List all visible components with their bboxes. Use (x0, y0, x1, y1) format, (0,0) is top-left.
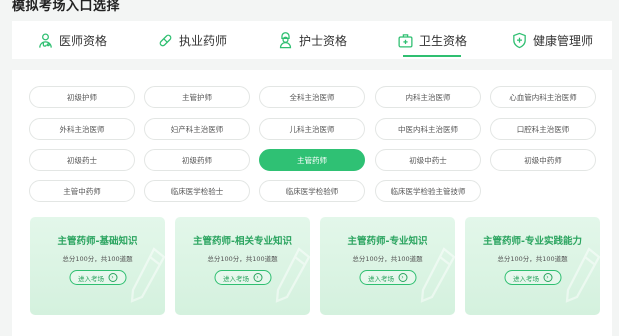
tab-nurse-label: 护士资格 (298, 33, 347, 48)
chip-subject[interactable]: 初级中药士 (375, 149, 481, 171)
tab-pharmacist-label: 执业药师 (178, 33, 227, 48)
doctor-icon (39, 32, 52, 48)
nurse-icon (279, 31, 292, 48)
chip-subject[interactable]: 临床医学检验师 (259, 180, 365, 202)
enter-exam-label: 进入考场 (513, 274, 539, 283)
enter-exam-label: 进入考场 (78, 274, 104, 283)
chip-subject[interactable]: 初级护师 (29, 86, 135, 108)
enter-exam-button[interactable]: 进入考场 › (69, 270, 126, 285)
tab-nurse[interactable]: 护士资格 (252, 21, 372, 59)
arrow-right-icon: › (543, 273, 552, 282)
tab-doctor[interactable]: 医师资格 (12, 21, 132, 59)
pill-icon (159, 34, 172, 46)
pencil-icon (275, 247, 310, 303)
page-title: 模拟考场入口选择 (12, 0, 121, 14)
enter-exam-label: 进入考场 (368, 274, 394, 283)
chip-subject[interactable]: 内科主治医师 (375, 86, 481, 108)
chip-subject[interactable]: 初级药师 (144, 149, 250, 171)
tab-pharmacist[interactable]: 执业药师 (132, 21, 252, 59)
exam-card[interactable]: 主管药师-相关专业知识 总分100分，共100道题 进入考场 › (175, 217, 310, 315)
tab-health-qualification-label: 卫生资格 (418, 33, 467, 48)
chip-subject-selected[interactable]: 主管药师 (259, 149, 365, 171)
enter-exam-label: 进入考场 (223, 274, 249, 283)
chip-subject[interactable]: 临床医学检验士 (144, 180, 250, 202)
tab-health-manager[interactable]: 健康管理师 (492, 21, 612, 59)
enter-exam-button[interactable]: 进入考场 › (504, 270, 561, 285)
chip-subject[interactable]: 主管中药师 (29, 180, 135, 202)
chip-subject[interactable]: 妇产科主治医师 (144, 118, 250, 140)
pencil-icon (130, 247, 165, 303)
chip-subject[interactable]: 口腔科主治医师 (490, 118, 596, 140)
chip-subject[interactable]: 儿科主治医师 (259, 118, 365, 140)
pencil-icon (565, 247, 600, 303)
chip-subject[interactable]: 外科主治医师 (29, 118, 135, 140)
exam-card[interactable]: 主管药师-专业实践能力 总分100分，共100道题 进入考场 › (465, 217, 600, 315)
tab-doctor-label: 医师资格 (58, 33, 107, 48)
chip-subject[interactable]: 心血管内科主治医师 (490, 86, 596, 108)
medical-kit-icon (398, 33, 413, 48)
arrow-right-icon: › (253, 273, 262, 282)
pencil-icon (420, 247, 455, 303)
tab-health-qualification[interactable]: 卫生资格 (372, 21, 492, 59)
chip-subject[interactable]: 中医内科主治医师 (375, 118, 481, 140)
chip-subject[interactable]: 主管护师 (144, 86, 250, 108)
exam-card[interactable]: 主管药师-专业知识 总分100分，共100道题 进入考场 › (320, 217, 455, 315)
shield-plus-icon (513, 32, 526, 48)
exam-card-list: 主管药师-基础知识 总分100分，共100道题 进入考场 › 主管药师-相关专业知… (30, 217, 610, 315)
category-tab-bar: 医师资格 执业药师 护士资格 卫生资格 健康管理师 (12, 21, 612, 59)
exam-panel: 初级护师 主管护师 全科主治医师 内科主治医师 心血管内科主治医师 外科主治医师… (12, 70, 612, 336)
chip-subject[interactable]: 初级中药师 (490, 149, 596, 171)
chip-subject[interactable]: 临床医学检验主管技师 (375, 180, 481, 202)
arrow-right-icon: › (398, 273, 407, 282)
tab-health-manager-label: 健康管理师 (532, 33, 593, 48)
chip-subject[interactable]: 全科主治医师 (259, 86, 365, 108)
chip-subject[interactable]: 初级药士 (29, 149, 135, 171)
arrow-right-icon: › (108, 273, 117, 282)
exam-card[interactable]: 主管药师-基础知识 总分100分，共100道题 进入考场 › (30, 217, 165, 315)
enter-exam-button[interactable]: 进入考场 › (214, 270, 271, 285)
enter-exam-button[interactable]: 进入考场 › (359, 270, 416, 285)
